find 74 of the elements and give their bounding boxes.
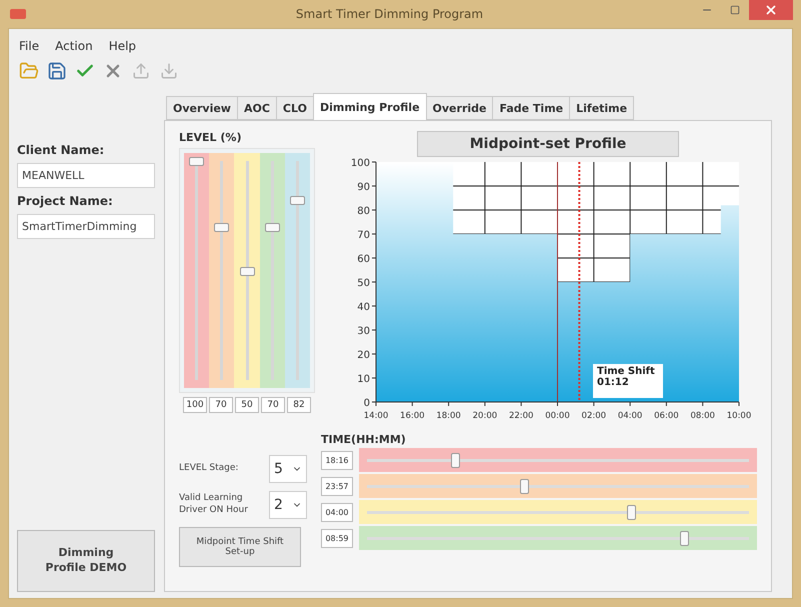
axis-label: 18:00 [436,411,461,421]
download-icon [160,62,178,80]
menu-item[interactable]: Action [55,39,93,53]
axis-label: 22:00 [508,411,534,421]
slider-thumb[interactable] [189,157,204,166]
axis-label: 06:00 [654,411,679,421]
slider-thumb[interactable] [520,478,529,494]
axis-label: 30 [357,326,370,337]
axis-label: 10 [357,374,370,385]
time-value: 18:16 [321,450,353,470]
maximize-icon [730,5,740,15]
client-name-field[interactable]: MEANWELL [17,163,155,188]
axis-label: 80 [357,206,370,217]
axis-label: 40 [357,302,370,313]
axis-label: 100 [350,158,370,169]
time-shift-label: Time Shift [597,366,656,377]
menu-item[interactable]: File [19,39,40,53]
axis-label: 50 [357,278,370,289]
slider-thumb[interactable] [240,266,254,276]
project-name-field[interactable]: SmartTimerDimming [17,214,155,239]
axis-label: 04:00 [618,411,642,421]
level-value: 70 [209,397,233,413]
learning-hours-label: Valid Learning Driver ON Hour [179,493,249,517]
save-icon [47,61,67,81]
time-value: 04:00 [321,502,353,522]
slider-thumb[interactable] [680,530,690,546]
tab[interactable]: AOC [236,96,277,120]
level-value: 50 [235,397,259,413]
learning-hours-select[interactable]: 2 [269,491,307,519]
chart-title: Midpoint-set Profile [417,131,679,157]
tab[interactable]: Lifetime [569,96,634,120]
axis-label: 20:00 [472,411,498,421]
window-title: Smart Timer Dimming Program [294,7,484,21]
time-shift-value: 01:12 [597,377,630,388]
tab[interactable]: Overview [166,96,238,120]
time-heading: TIME(HH:MM) [321,433,407,446]
slider-thumb[interactable] [214,222,230,232]
tab[interactable]: CLO [276,96,314,120]
axis-label: 08:00 [690,411,715,421]
axis-label: 16:00 [400,411,425,421]
tab[interactable]: Override [426,96,494,120]
axis-label: 70 [357,230,370,241]
axis-label: 14:00 [364,411,388,421]
slider-thumb[interactable] [264,222,280,232]
time-value: 23:57 [321,476,353,496]
axis-label: 90 [357,182,370,193]
axis-label: 20 [357,350,370,361]
axis-label: 02:00 [582,411,606,421]
level-stage-label: LEVEL Stage: [179,463,240,475]
upload-icon [132,62,150,80]
time-shift-button[interactable]: Midpoint Time Shift Set-up [179,527,301,567]
project-name-label: Project Name: [17,194,114,208]
time-value: 08:59 [321,528,353,548]
level-heading: LEVEL (%) [179,131,242,144]
close-button[interactable] [749,0,793,20]
client-name-label: Client Name: [17,143,106,157]
level-value: 82 [287,397,311,413]
menu-item[interactable]: Help [108,39,136,53]
axis-label: 0 [364,398,370,409]
close-icon [764,3,778,17]
tab[interactable]: Fade Time [492,96,570,120]
axis-label: 10:00 [726,411,752,421]
level-stage-select[interactable]: 5 [269,455,307,483]
axis-label: 00:00 [545,411,570,421]
level-value: 70 [261,397,285,413]
demo-button[interactable]: Dimming Profile DEMO [17,530,155,592]
slider-thumb[interactable] [450,452,460,468]
tab[interactable]: Dimming Profile [312,93,427,120]
app-icon [10,9,26,19]
axis-label: 60 [357,254,370,265]
slider-thumb[interactable] [626,504,636,520]
level-value: 100 [183,397,207,413]
slider-thumb[interactable] [290,196,305,206]
folder-icon [19,61,39,81]
